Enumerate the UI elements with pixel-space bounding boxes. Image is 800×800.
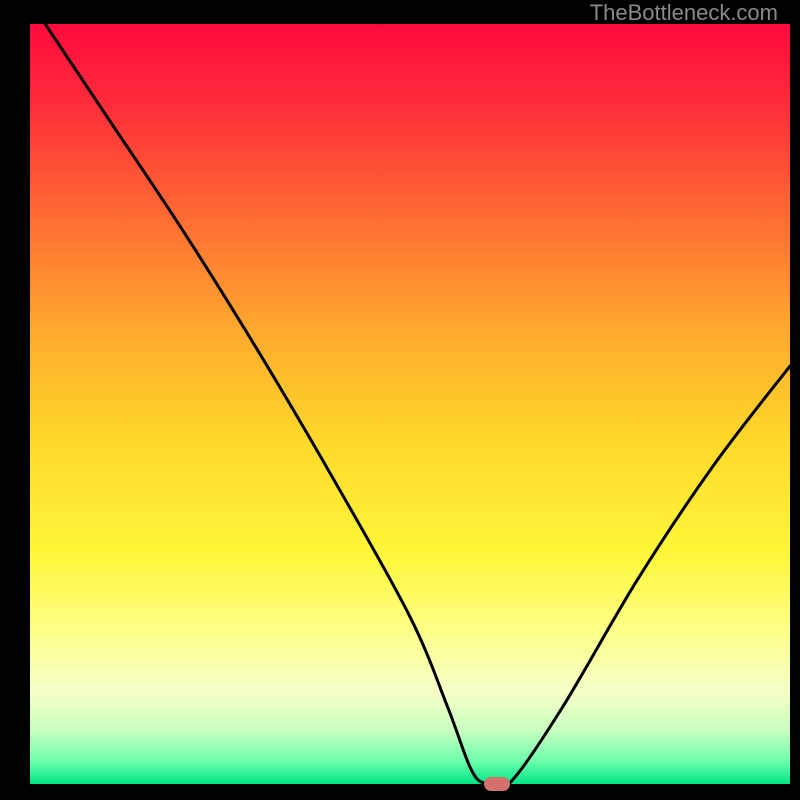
- bottleneck-plot: [30, 24, 790, 784]
- optimal-point-marker: [484, 777, 510, 791]
- plot-svg: [30, 24, 790, 784]
- watermark-label: TheBottleneck.com: [590, 0, 778, 26]
- gradient-background: [30, 24, 790, 784]
- chart-frame: TheBottleneck.com: [10, 0, 790, 790]
